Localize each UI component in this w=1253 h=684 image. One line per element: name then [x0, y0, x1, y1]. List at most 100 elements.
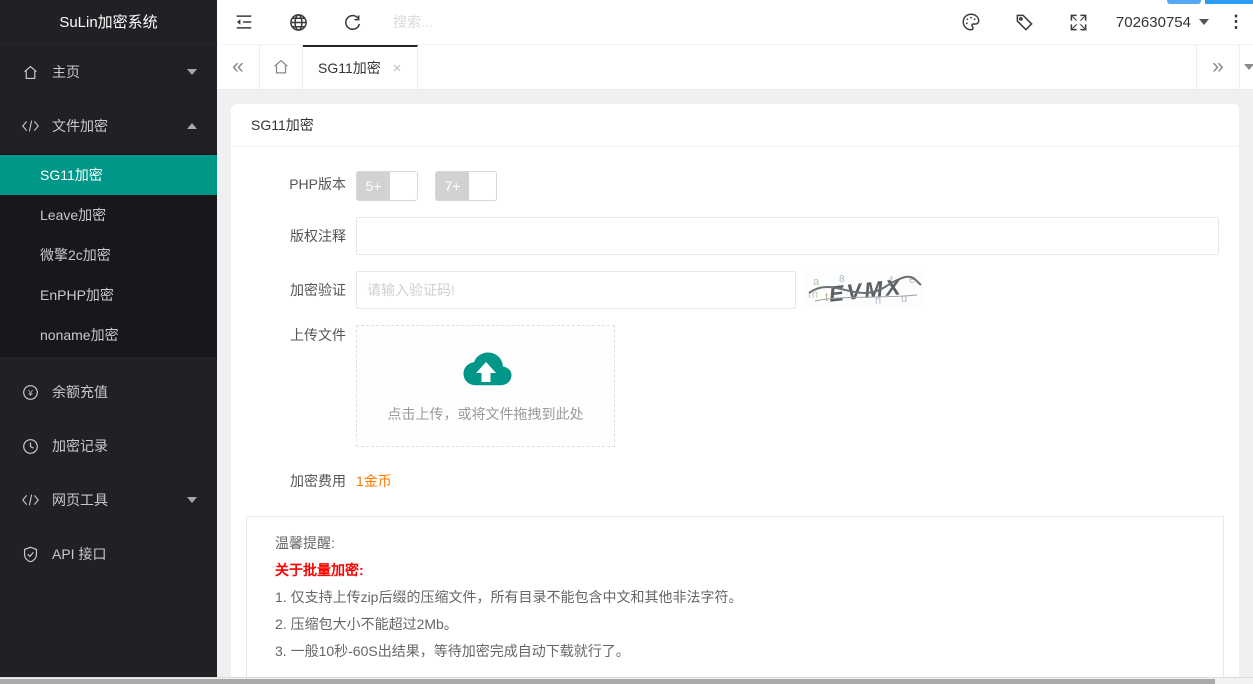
- card-title: SG11加密: [231, 104, 1239, 147]
- fullscreen-button[interactable]: [1052, 0, 1106, 45]
- horizontal-scrollbar[interactable]: [0, 677, 1253, 684]
- loading-bar: [1167, 0, 1253, 4]
- tag-button[interactable]: [998, 0, 1052, 45]
- yen-circle-icon: ¥: [22, 384, 39, 401]
- collapse-sidebar-button[interactable]: [217, 0, 271, 45]
- fullscreen-icon: [1069, 13, 1088, 32]
- upload-hint: 点击上传，或将文件拖拽到此处: [388, 404, 584, 424]
- switch-label: 5+: [357, 172, 390, 200]
- notice-line: 3. 一般10秒-60S出结果，等待加密完成自动下载就行了。: [275, 638, 1195, 665]
- scrollbar-thumb[interactable]: [0, 679, 1215, 684]
- caret-down-icon: [187, 497, 197, 503]
- copyright-label: 版权注释: [241, 217, 346, 255]
- file-encryption-submenu: SG11加密 Leave加密 微擎2c加密 EnPHP加密 noname加密: [0, 153, 217, 357]
- tabbar: « SG11加密 × »: [217, 45, 1253, 90]
- tag-icon: [1015, 13, 1034, 32]
- loading-bar-segment: [1205, 0, 1253, 4]
- theme-button[interactable]: [944, 0, 998, 45]
- sidebar-item-sg11[interactable]: SG11加密: [0, 155, 217, 195]
- sidebar-item-leave[interactable]: Leave加密: [0, 195, 217, 235]
- notice-box: 温馨提醒: 关于批量加密: 1. 仅支持上传zip后缀的压缩文件，所有目录不能包…: [246, 516, 1224, 684]
- sidebar-item-file-encryption[interactable]: 文件加密: [0, 99, 217, 153]
- sidebar-item-balance[interactable]: ¥ 余额充值: [0, 365, 217, 419]
- php-version-label: PHP版本: [241, 167, 346, 201]
- sidebar-item-label: API 接口: [52, 544, 106, 564]
- chevrons-right-icon: »: [1212, 55, 1224, 79]
- switch-knob: [390, 172, 417, 200]
- sidebar-item-label: 加密记录: [52, 436, 108, 456]
- chevrons-left-icon: «: [232, 55, 244, 79]
- php-version-controls: 5+ 7+: [356, 167, 1229, 201]
- tab-label: SG11加密: [318, 58, 381, 78]
- sidebar: SuLin加密系统 主页 文件加密 SG11加密 Leave加密 微擎2c加密 …: [0, 0, 217, 684]
- sidebar-item-records[interactable]: 加密记录: [0, 419, 217, 473]
- captcha-image[interactable]: a t 8 m u e 4 n EVMX: [805, 271, 924, 308]
- loading-bar-segment: [1167, 0, 1201, 4]
- captcha-input[interactable]: [356, 271, 796, 309]
- svg-text:¥: ¥: [27, 387, 33, 397]
- refresh-icon: [343, 13, 362, 32]
- notice-subtitle: 关于批量加密:: [275, 557, 1195, 584]
- app-logo: SuLin加密系统: [0, 0, 217, 45]
- php7-switch[interactable]: 7+: [435, 171, 497, 201]
- caret-up-icon: [187, 123, 197, 129]
- sidebar-item-api[interactable]: API 接口: [0, 527, 217, 581]
- user-menu[interactable]: 702630754: [1106, 0, 1219, 45]
- topbar-right: 702630754 ⋮: [944, 0, 1253, 45]
- copyright-input[interactable]: [356, 217, 1219, 255]
- code-icon: [22, 492, 39, 509]
- outdent-icon: [234, 12, 254, 32]
- more-menu-button[interactable]: ⋮: [1219, 0, 1253, 45]
- sidebar-item-label: 主页: [52, 62, 80, 82]
- shield-check-icon: [22, 546, 39, 563]
- tab-options-button[interactable]: [1239, 45, 1253, 89]
- captcha-row: 加密验证 a t 8 m u e 4 n E: [241, 271, 1229, 309]
- upload-row: 上传文件 点击上传，或将文件拖拽到此处: [241, 325, 1229, 447]
- switch-knob: [469, 172, 496, 200]
- sidebar-item-weiqin2c[interactable]: 微擎2c加密: [0, 235, 217, 275]
- upload-label: 上传文件: [241, 325, 346, 447]
- code-icon: [22, 118, 39, 135]
- sidebar-item-noname[interactable]: noname加密: [0, 315, 217, 355]
- clock-icon: [22, 438, 39, 455]
- sidebar-item-label: 余额充值: [52, 382, 108, 402]
- caret-down-icon: [187, 69, 197, 75]
- tab-sg11[interactable]: SG11加密 ×: [303, 45, 418, 89]
- fee-value: 1金币: [356, 471, 392, 491]
- switch-label: 7+: [436, 172, 469, 200]
- chevron-down-icon: [1244, 64, 1253, 70]
- sidebar-item-enphp[interactable]: EnPHP加密: [0, 275, 217, 315]
- fee-label: 加密费用: [241, 471, 346, 491]
- close-icon[interactable]: ×: [393, 60, 402, 77]
- notice-line: 2. 压缩包大小不能超过2Mb。: [275, 611, 1195, 638]
- card-body: PHP版本 5+ 7+ 版权注释: [231, 147, 1239, 684]
- language-button[interactable]: [271, 0, 325, 45]
- home-icon: [272, 58, 290, 76]
- tab-home[interactable]: [260, 45, 303, 89]
- search-input[interactable]: [393, 14, 613, 30]
- topbar: 702630754 ⋮: [217, 0, 1253, 45]
- sidebar-item-home[interactable]: 主页: [0, 45, 217, 99]
- notice-line: 1. 仅支持上传zip后缀的压缩文件，所有目录不能包含中文和其他非法字符。: [275, 584, 1195, 611]
- scroll-tabs-right-button[interactable]: »: [1196, 45, 1239, 89]
- sidebar-item-label: 网页工具: [52, 490, 108, 510]
- scroll-tabs-left-button[interactable]: «: [217, 45, 260, 89]
- main-content: SG11加密 PHP版本 5+ 7+: [217, 90, 1253, 684]
- cloud-upload-icon: [458, 348, 514, 390]
- refresh-button[interactable]: [325, 0, 379, 45]
- copyright-row: 版权注释: [241, 217, 1229, 255]
- app-window: SuLin加密系统 主页 文件加密 SG11加密 Leave加密 微擎2c加密 …: [0, 0, 1253, 684]
- notice-title: 温馨提醒:: [275, 530, 1195, 557]
- upload-dropzone[interactable]: 点击上传，或将文件拖拽到此处: [356, 325, 615, 447]
- username-label: 702630754: [1116, 14, 1191, 31]
- more-vertical-icon: ⋮: [1228, 12, 1245, 32]
- home-icon: [22, 64, 39, 81]
- page-card: SG11加密 PHP版本 5+ 7+: [231, 104, 1239, 684]
- globe-icon: [289, 13, 308, 32]
- php-version-row: PHP版本 5+ 7+: [241, 167, 1229, 201]
- palette-icon: [961, 12, 981, 32]
- sidebar-item-webtools[interactable]: 网页工具: [0, 473, 217, 527]
- sidebar-item-label: 文件加密: [52, 116, 108, 136]
- php5-switch[interactable]: 5+: [356, 171, 418, 201]
- captcha-label: 加密验证: [241, 271, 346, 309]
